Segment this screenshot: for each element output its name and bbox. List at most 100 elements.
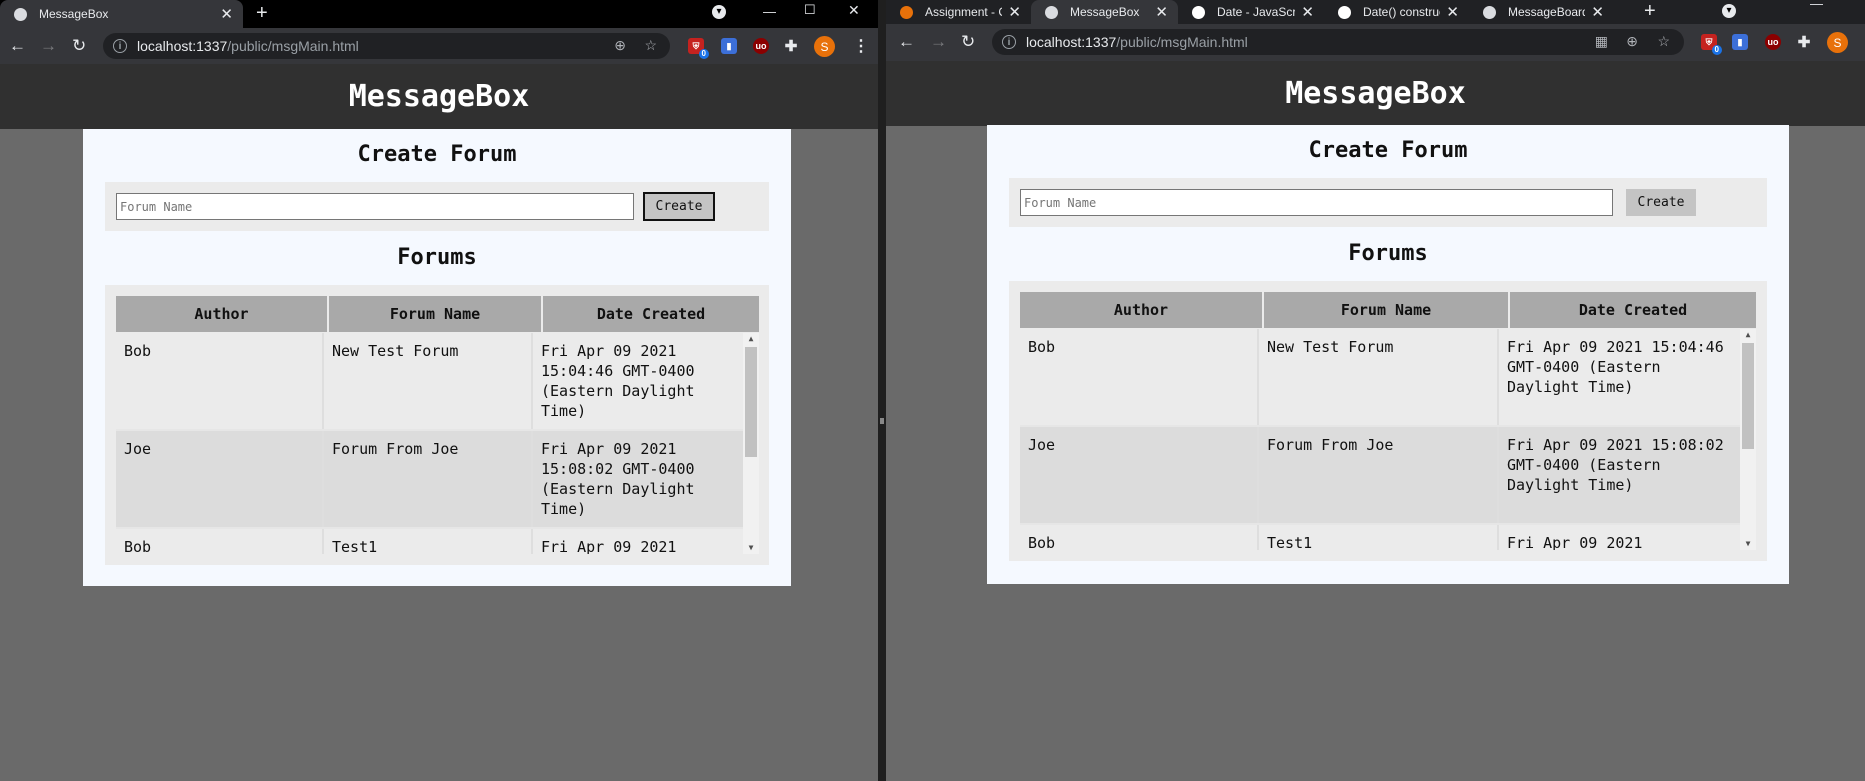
back-icon[interactable]: ←: [9, 36, 26, 56]
close-tab-icon[interactable]: ✕: [1008, 3, 1021, 21]
assignment-favicon-icon: [900, 5, 913, 19]
ublock-red-icon[interactable]: ⛨ 0: [1701, 34, 1722, 55]
table-row[interactable]: Joe Forum From Joe Fri Apr 09 2021 15:08…: [1020, 427, 1740, 525]
qr-code-icon[interactable]: ▦: [1595, 33, 1608, 50]
globe-icon: [1483, 5, 1496, 19]
create-button[interactable]: Create: [1626, 189, 1696, 216]
create-button[interactable]: Create: [643, 192, 715, 221]
close-tab-icon[interactable]: ✕: [1301, 3, 1314, 21]
extensions-puzzle-icon[interactable]: ✚: [1796, 34, 1812, 51]
site-info-icon[interactable]: i: [1002, 35, 1016, 49]
date-cell: Fri Apr 09 2021: [1507, 534, 1643, 550]
app-header: MessageBox: [0, 64, 878, 129]
table-body: Bob New Test Forum Fri Apr 09 2021 15:04…: [1020, 329, 1740, 550]
scrollbar-thumb[interactable]: [745, 347, 757, 457]
zoom-icon[interactable]: ⊕: [614, 37, 626, 54]
mdn-favicon-icon: [1192, 5, 1205, 19]
tab-search-icon[interactable]: ▾: [1722, 4, 1736, 18]
profile-avatar[interactable]: S: [814, 36, 835, 57]
tab-title: MessageBox: [1070, 5, 1140, 19]
forum-name-input[interactable]: Forum Name: [1020, 189, 1613, 216]
forums-heading: Forums: [1348, 241, 1428, 266]
table-row[interactable]: Bob New Test Forum Fri Apr 09 2021 15:04…: [116, 333, 743, 431]
tab-assignment[interactable]: Assignment - C ✕: [886, 0, 1031, 24]
scroll-down-icon[interactable]: ▼: [743, 542, 759, 554]
window-divider[interactable]: [878, 0, 886, 781]
author-cell: Joe: [1020, 427, 1259, 523]
ublock-origin-icon[interactable]: uo: [1765, 34, 1781, 50]
profile-avatar[interactable]: S: [1827, 32, 1848, 53]
close-tab-icon[interactable]: ✕: [1591, 3, 1604, 21]
date-cell: Fri Apr 09 2021 15:08:02 GMT-0400 (Easte…: [541, 440, 704, 518]
table-header: Author Forum Name Date Created: [1020, 292, 1756, 328]
notes-blue-icon[interactable]: ▮: [1732, 34, 1748, 50]
tab-messageboard[interactable]: MessageBoard ✕: [1469, 0, 1614, 24]
minimize-icon[interactable]: —: [1810, 0, 1823, 11]
table-row[interactable]: Joe Forum From Joe Fri Apr 09 2021 15:08…: [116, 431, 743, 529]
tab-strip: MessageBox ✕ + ▾ — ☐ ✕: [0, 0, 878, 28]
scroll-up-icon[interactable]: ▲: [1740, 329, 1756, 341]
forward-icon[interactable]: →: [930, 32, 947, 52]
close-tab-icon[interactable]: ✕: [220, 5, 233, 23]
close-window-icon[interactable]: ✕: [848, 2, 860, 19]
back-icon[interactable]: ←: [898, 32, 915, 52]
ublock-red-icon[interactable]: ⛨ 0: [688, 38, 709, 59]
maximize-icon[interactable]: ☐: [804, 2, 816, 18]
browser-toolbar: ← → ↻ i localhost:1337/public/msgMain.ht…: [886, 24, 1865, 61]
mdn-favicon-icon: [1338, 5, 1351, 19]
address-bar[interactable]: i localhost:1337/public/msgMain.html ▦ ⊕…: [992, 29, 1684, 55]
tab-search-icon[interactable]: ▾: [712, 5, 726, 19]
tab-date-javascript[interactable]: Date - JavaScrip ✕: [1178, 0, 1324, 24]
create-forum-heading: Create Forum: [357, 142, 517, 167]
reload-icon[interactable]: ↻: [961, 32, 975, 52]
globe-icon: [1045, 5, 1058, 19]
table-scrollbar[interactable]: ▲ ▼: [1740, 329, 1756, 550]
column-header[interactable]: Author: [116, 296, 329, 332]
table-row[interactable]: Bob Test1 Fri Apr 09 2021: [116, 529, 743, 554]
menu-kebab-icon[interactable]: ⋮: [853, 36, 869, 56]
new-tab-icon[interactable]: +: [256, 3, 268, 23]
notes-blue-icon[interactable]: ▮: [721, 38, 737, 54]
close-tab-icon[interactable]: ✕: [1446, 3, 1459, 21]
address-bar[interactable]: i localhost:1337/public/msgMain.html ⊕ ☆: [103, 33, 670, 59]
forward-icon[interactable]: →: [40, 36, 57, 56]
right-browser-window: Assignment - C ✕ MessageBox ✕ Date - Jav…: [886, 0, 1865, 781]
bookmark-star-icon[interactable]: ☆: [1657, 33, 1670, 50]
column-header[interactable]: Forum Name: [1264, 292, 1510, 328]
tab-strip: Assignment - C ✕ MessageBox ✕ Date - Jav…: [886, 0, 1865, 24]
tab-messagebox[interactable]: MessageBox ✕: [0, 0, 243, 28]
tab-date-constructor[interactable]: Date() construc ✕: [1324, 0, 1469, 24]
scrollbar-thumb[interactable]: [1742, 343, 1754, 449]
main-card: Create Forum Forum Name Create Forums Au…: [83, 129, 791, 586]
column-header[interactable]: Date Created: [1510, 292, 1756, 328]
tab-messagebox[interactable]: MessageBox ✕: [1031, 0, 1178, 24]
new-tab-icon[interactable]: +: [1644, 1, 1656, 21]
create-forum-form: Forum Name Create: [105, 182, 769, 231]
date-cell: Fri Apr 09 2021: [541, 538, 677, 554]
globe-icon: [14, 7, 27, 21]
site-info-icon[interactable]: i: [113, 39, 127, 53]
scroll-down-icon[interactable]: ▼: [1740, 538, 1756, 550]
scroll-up-icon[interactable]: ▲: [743, 333, 759, 345]
main-card: Create Forum Forum Name Create Forums Au…: [987, 125, 1789, 584]
table-scrollbar[interactable]: ▲ ▼: [743, 333, 759, 554]
tab-title: Date - JavaScrip: [1217, 5, 1296, 19]
author-cell: Bob: [116, 333, 324, 429]
column-header[interactable]: Forum Name: [329, 296, 543, 332]
forum-name-input[interactable]: Forum Name: [116, 193, 634, 220]
ublock-origin-icon[interactable]: uo: [753, 38, 769, 54]
divider-grip[interactable]: [880, 418, 884, 424]
table-header: Author Forum Name Date Created: [116, 296, 759, 332]
column-header[interactable]: Author: [1020, 292, 1264, 328]
table-row[interactable]: Bob New Test Forum Fri Apr 09 2021 15:04…: [1020, 329, 1740, 427]
minimize-icon[interactable]: —: [763, 4, 776, 19]
bookmark-star-icon[interactable]: ☆: [644, 37, 657, 54]
reload-icon[interactable]: ↻: [72, 36, 86, 56]
create-forum-heading: Create Forum: [1308, 138, 1468, 163]
table-row[interactable]: Bob Test1 Fri Apr 09 2021: [1020, 525, 1740, 550]
table-body: Bob New Test Forum Fri Apr 09 2021 15:04…: [116, 333, 743, 554]
close-tab-icon[interactable]: ✕: [1155, 3, 1168, 21]
column-header[interactable]: Date Created: [543, 296, 759, 332]
extensions-puzzle-icon[interactable]: ✚: [783, 38, 799, 55]
zoom-icon[interactable]: ⊕: [1626, 33, 1638, 50]
